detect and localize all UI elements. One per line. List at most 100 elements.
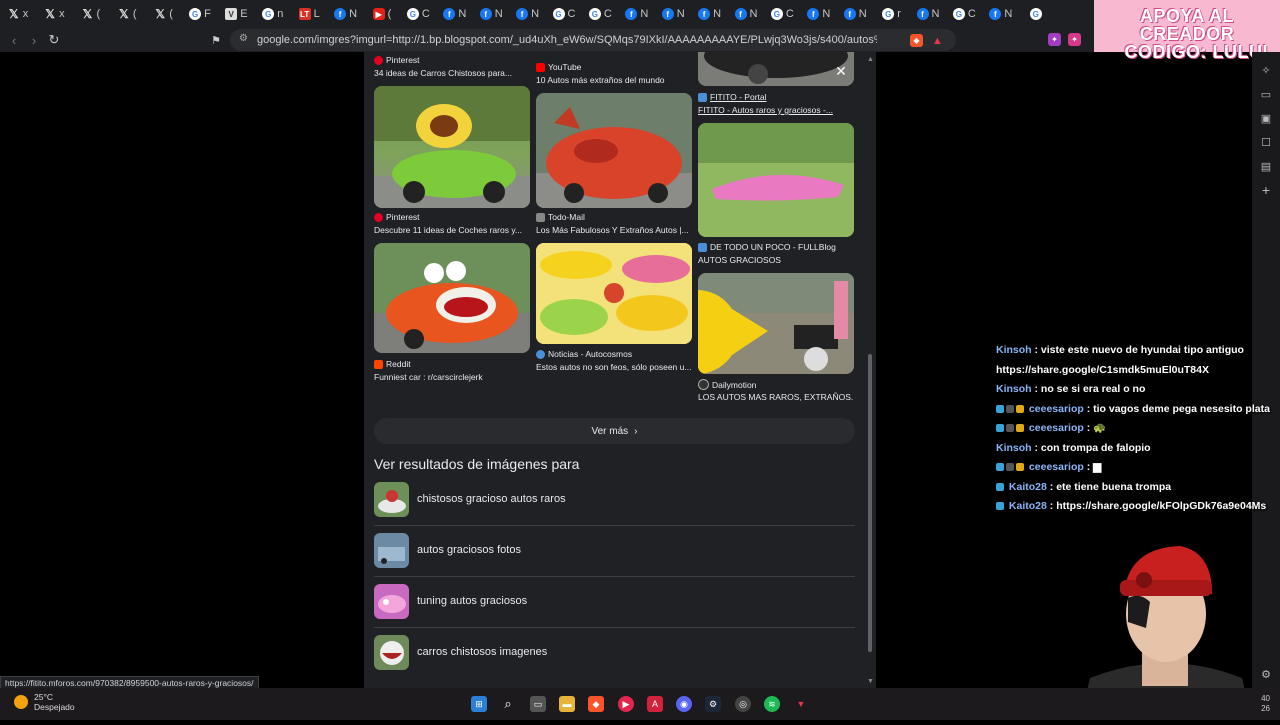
scrollbar-thumb[interactable] [868,354,872,652]
scroll-up-icon[interactable]: ▲ [867,56,874,63]
related-item[interactable]: autos graciosos fotos [374,525,855,577]
related-item[interactable]: chistosos gracioso autos raros [374,474,855,526]
scroll-down-icon[interactable]: ▼ [867,678,874,685]
related-item[interactable]: tuning autos graciosos [374,576,855,628]
browser-tab[interactable]: fN [625,4,649,24]
result-image[interactable] [698,273,854,374]
browser-tab[interactable]: 𝕏x [42,4,66,24]
browser-tab[interactable]: G [1025,4,1049,24]
spotify-icon[interactable]: ≋ [764,696,780,712]
file-explorer-icon[interactable]: ▬ [559,696,575,712]
bookmarks-icon[interactable]: ☐ [1258,134,1274,150]
result-source[interactable]: FITITO - Portal [698,92,767,102]
browser-tab[interactable]: GC [406,4,430,24]
browser-tab[interactable]: GC [552,4,576,24]
brave-rewards-taskbar-icon[interactable]: ▼ [793,696,809,712]
windows-start-icon[interactable]: ⊞ [471,696,487,712]
browser-tab[interactable]: fN [479,4,503,24]
discord-icon[interactable]: ◉ [676,696,692,712]
result-caption[interactable]: Descubre 11 ideas de Coches raros y... [374,225,530,235]
leo-ai-icon[interactable]: ✧ [1258,62,1274,78]
extension-icon[interactable]: ✦ [1048,33,1061,46]
browser-tab[interactable]: fN [443,4,467,24]
related-item[interactable]: carros chistosos imagenes [374,627,855,678]
result-caption[interactable]: LOS AUTOS MAS RAROS, EXTRAÑOS... [698,392,854,402]
chat-text: https://share.google/C1smdk5muEl0uT84X [996,363,1209,376]
result-caption[interactable]: AUTOS GRACIOSOS [698,255,854,265]
result-caption[interactable]: Funniest car : r/carscirclejerk [374,372,530,382]
chat-message: ceeesariop : 🐢 [996,420,1280,436]
url-text[interactable]: google.com/imgres?imgurl=http://1.bp.blo… [257,34,877,46]
result-source[interactable]: Pinterest [374,212,420,222]
result-caption[interactable]: 10 Autos más extraños del mundo [536,75,692,85]
browser-tab[interactable]: fN [989,4,1013,24]
result-caption[interactable]: Estos autos no son feos, sólo poseen u..… [536,362,692,372]
result-image[interactable] [374,86,530,208]
site-info-icon[interactable]: ⚙ [239,33,248,44]
browser-tab[interactable]: fN [334,4,358,24]
result-image[interactable] [698,52,854,86]
result-source[interactable]: Noticias - Autocosmos [536,349,632,359]
browser-tab[interactable]: GF [188,4,212,24]
browser-tab[interactable]: fN [843,4,867,24]
result-source[interactable]: Todo-Mail [536,212,585,222]
browser-tab[interactable]: GC [770,4,794,24]
result-source[interactable]: YouTube [536,62,581,72]
settings-gear-icon[interactable]: ⚙ [1258,666,1274,682]
browser-tab[interactable]: Gr [880,4,904,24]
autodesk-icon[interactable]: A [647,696,663,712]
browser-tab[interactable]: fN [734,4,758,24]
brave-browser-icon[interactable]: ◆ [588,696,604,712]
steam-icon[interactable]: ⚙ [705,696,721,712]
result-source[interactable]: DE TODO UN POCO - FULLBlog [698,242,836,252]
result-caption[interactable]: 34 ideas de Carros Chistosos para... [374,68,530,78]
browser-tab[interactable]: LT L [297,4,321,24]
browser-tab[interactable]: GC [588,4,612,24]
result-source[interactable]: Pinterest [374,55,420,65]
chat-text: : 🐢 [1086,422,1107,434]
search-icon[interactable]: ⌕ [500,696,516,712]
browser-tab[interactable]: 𝕏( [115,4,139,24]
result-image[interactable] [698,123,854,237]
back-icon[interactable]: ‹ [6,32,22,48]
chat-message: ceeesariop : tio vagos deme pega nesesit… [996,401,1280,417]
wallet-icon[interactable]: ▣ [1258,110,1274,126]
extension-icon-2[interactable]: ✦ [1068,33,1081,46]
video-icon[interactable]: ▭ [1258,86,1274,102]
bookmark-icon[interactable]: ⚑ [208,32,224,48]
address-bar[interactable]: ⚙ google.com/imgres?imgurl=http://1.bp.b… [230,29,956,51]
obs-icon[interactable]: ◎ [735,696,751,712]
weather-widget[interactable]: 25°C Despejado [14,692,75,712]
reload-icon[interactable]: ↻ [46,32,62,48]
media-player-icon[interactable]: ▶ [618,696,634,712]
browser-tab[interactable]: fN [698,4,722,24]
brave-shields-icon[interactable]: ◆ [910,34,923,47]
browser-tab[interactable]: 𝕏( [152,4,176,24]
result-caption[interactable]: Los Más Fabulosos Y Extraños Autos |... [536,225,692,235]
forward-icon[interactable]: › [26,32,42,48]
browser-tab[interactable]: fN [807,4,831,24]
browser-tab[interactable]: 𝕏( [79,4,103,24]
result-source[interactable]: Dailymotion [698,379,756,390]
browser-tab[interactable]: ▶( [370,4,394,24]
page-scrollbar[interactable]: ▲ ▼ [866,56,874,688]
result-image[interactable] [536,243,692,344]
result-image[interactable] [536,93,692,208]
reading-list-icon[interactable]: ▤ [1258,158,1274,174]
system-clock[interactable]: 40 26 [1254,694,1270,714]
task-view-icon[interactable]: ▭ [530,696,546,712]
brave-rewards-icon[interactable]: ▲ [931,34,944,47]
browser-tab[interactable]: VE [224,4,248,24]
browser-tab[interactable]: 𝕏x [6,4,30,24]
ver-mas-button[interactable]: Ver más › [374,418,855,444]
close-icon[interactable]: ✕ [832,62,850,80]
browser-tab[interactable]: fN [661,4,685,24]
add-icon[interactable]: + [1258,182,1274,198]
browser-tab[interactable]: Gn [261,4,285,24]
browser-tab[interactable]: fN [516,4,540,24]
browser-tab[interactable]: fN [916,4,940,24]
result-caption[interactable]: FITITO - Autos raros y graciosos -... [698,105,854,115]
result-image[interactable] [374,243,530,353]
browser-tab[interactable]: GC [952,4,976,24]
result-source[interactable]: Reddit [374,359,411,369]
